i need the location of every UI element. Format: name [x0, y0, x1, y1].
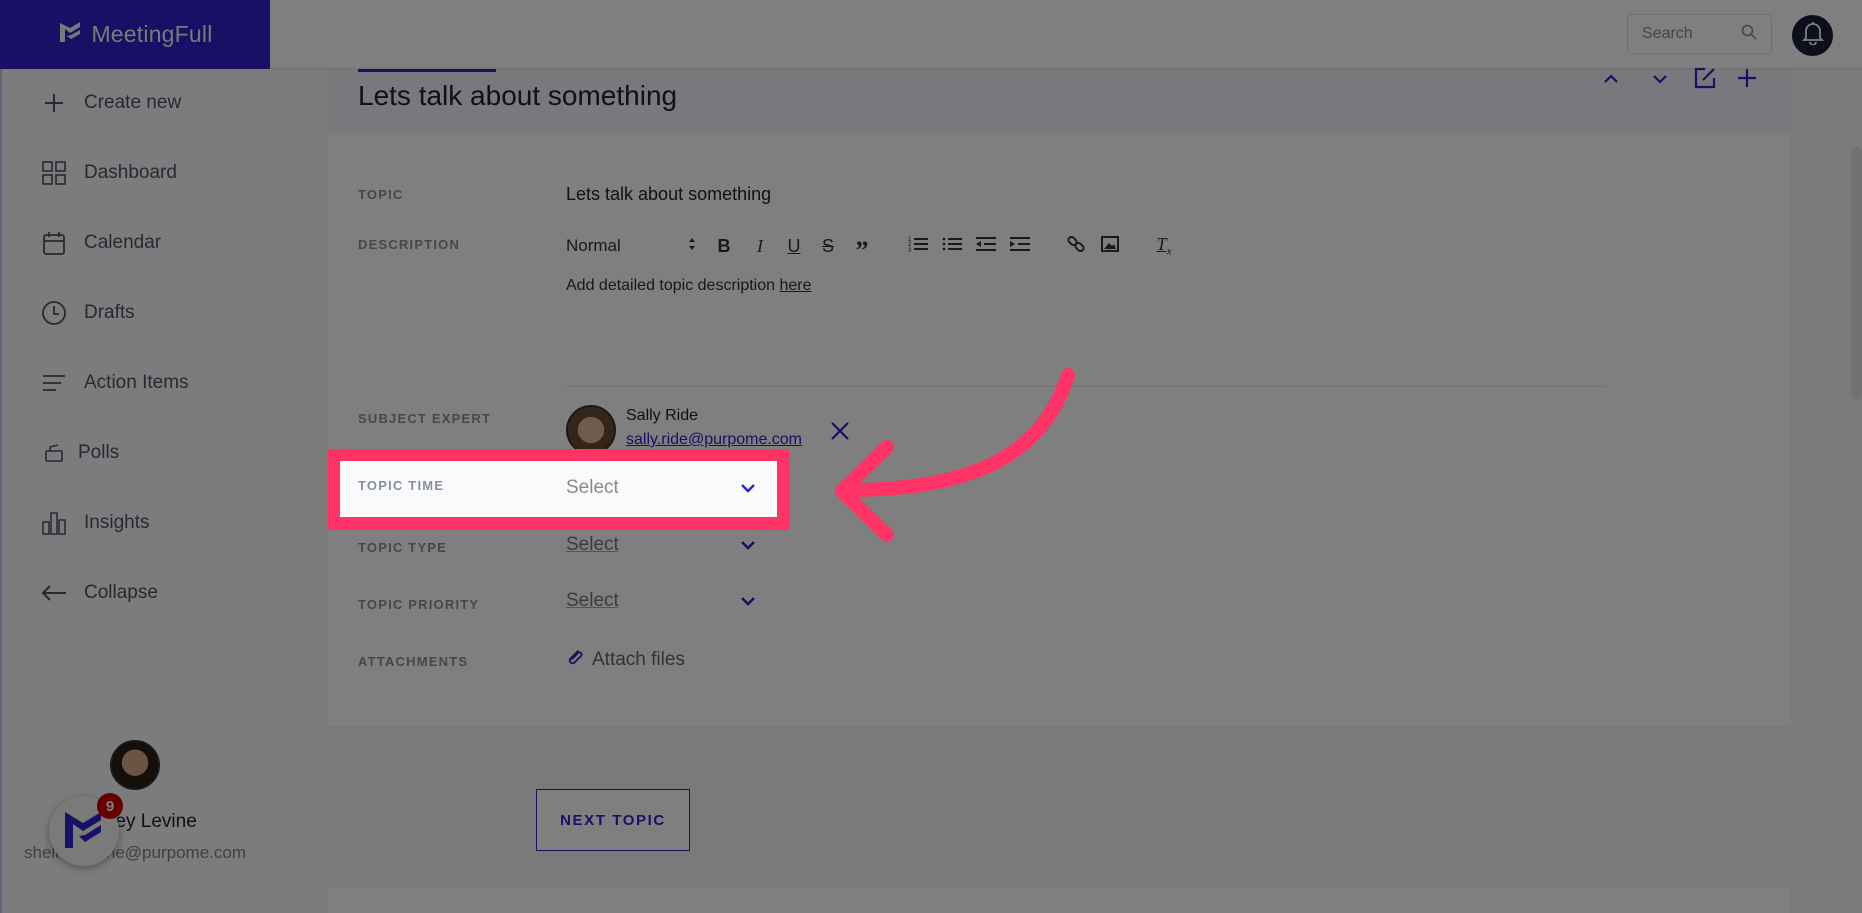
chevron-down-icon: [740, 477, 756, 499]
topic-time-label: TOPIC TIME: [358, 478, 445, 493]
dim-overlay: [0, 0, 1862, 913]
topic-time-value: Select: [566, 477, 619, 498]
topic-time-select[interactable]: Select: [566, 474, 756, 502]
